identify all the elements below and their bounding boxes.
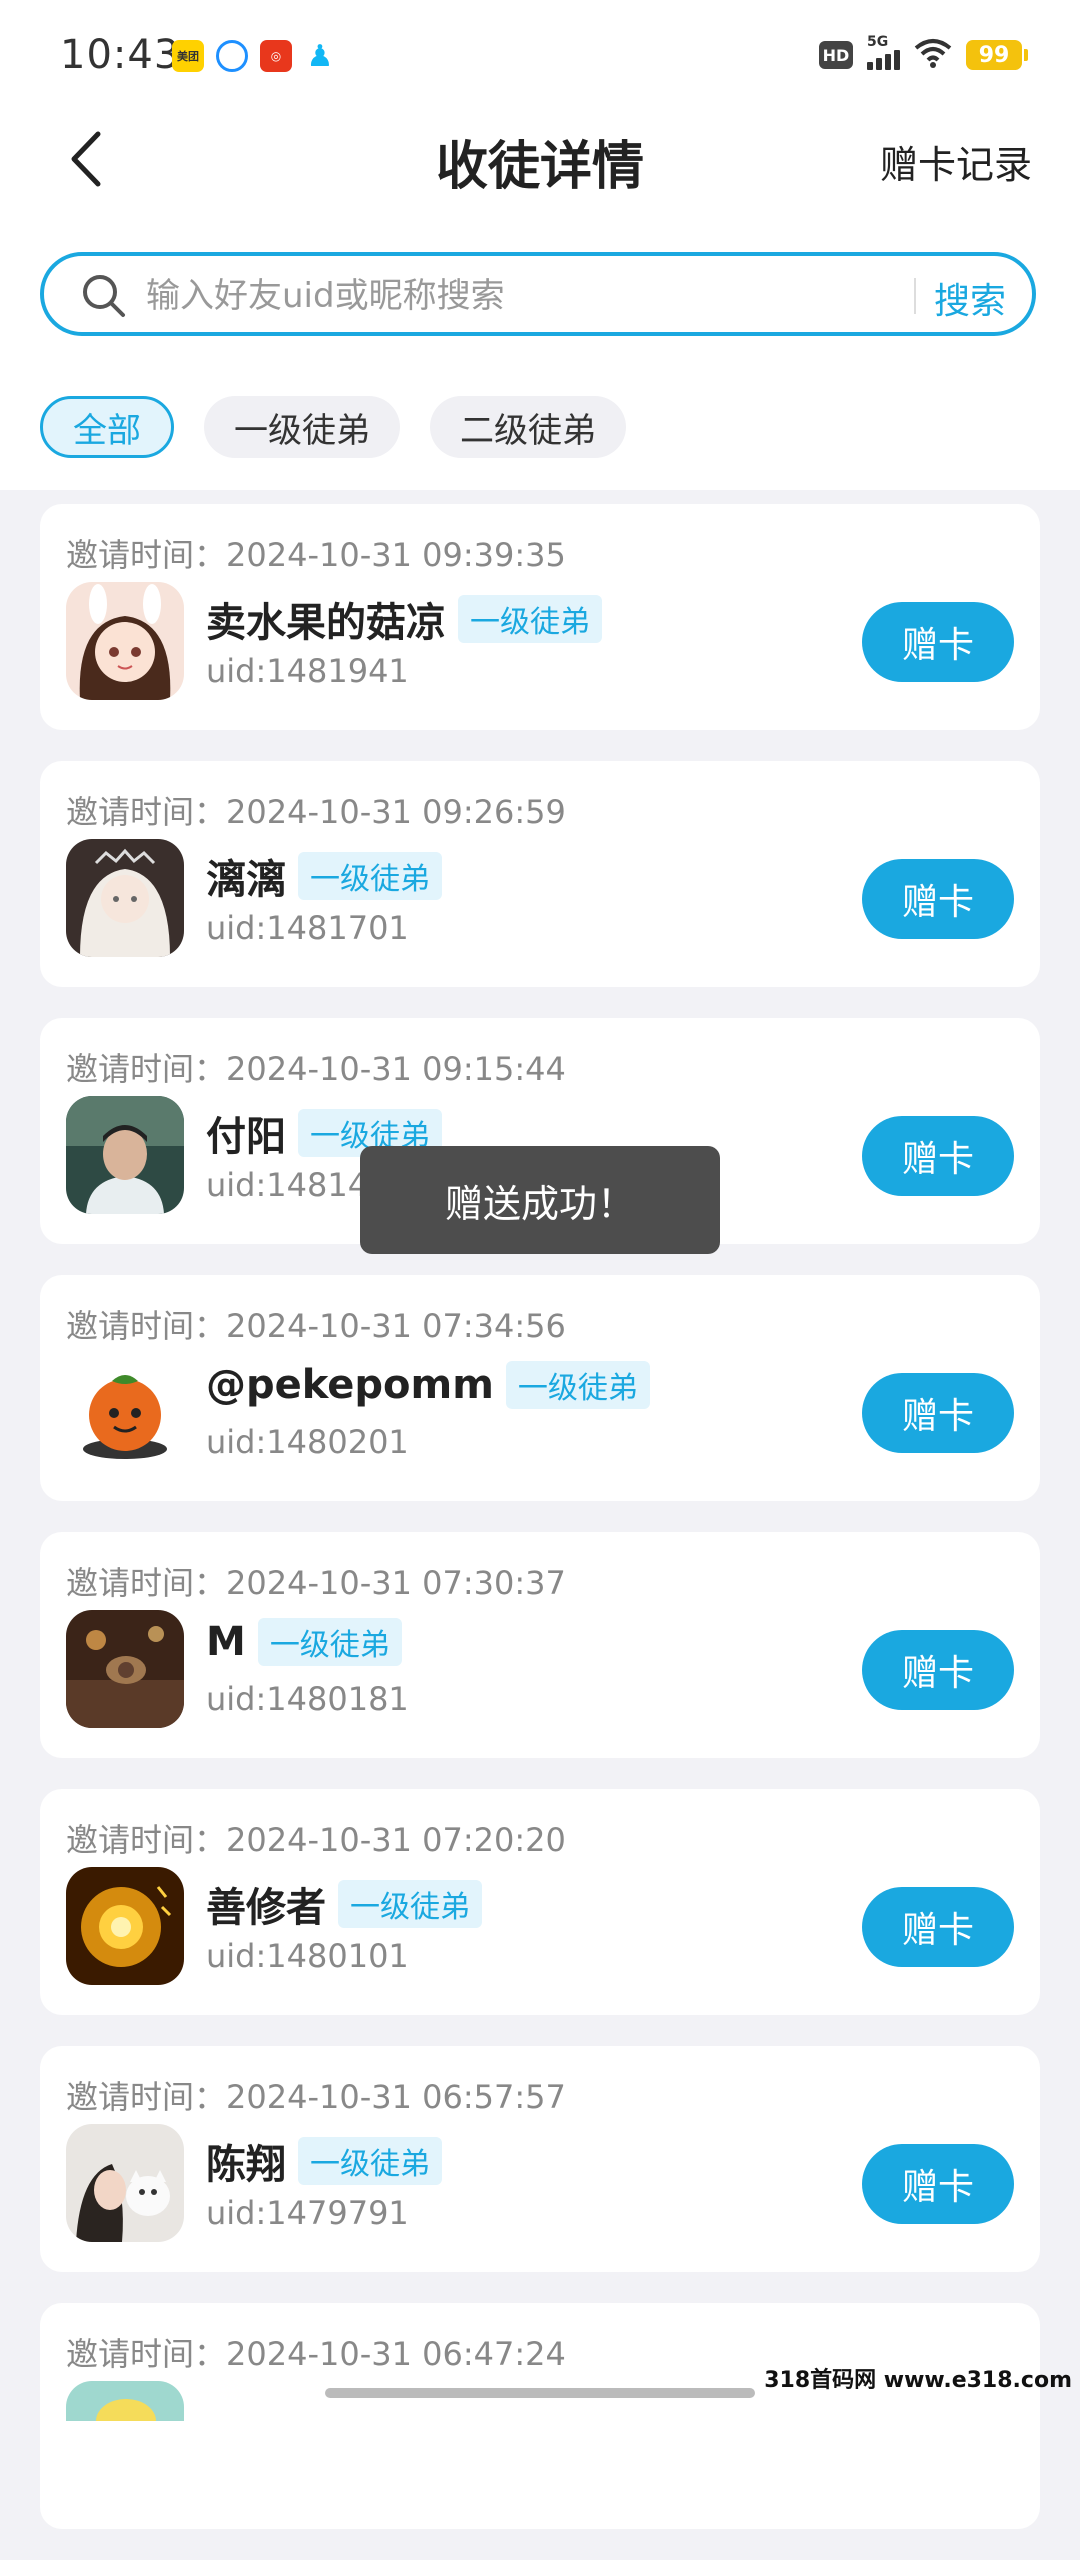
avatar [66,839,184,957]
invite-time: 邀请时间：2024-10-31 09:15:44 [66,1050,566,1088]
home-indicator[interactable] [325,2388,755,2398]
uid-text: uid:1479791 [206,2194,409,2232]
name-row: 善修者 一级徒弟 [206,1875,482,1933]
gift-card-button[interactable]: 赠卡 [862,1116,1014,1196]
browser-icon [216,40,248,72]
gift-card-button[interactable]: 赠卡 [862,1630,1014,1710]
nickname: 陈翔 [206,2142,286,2188]
list-item: 邀请时间：2024-10-31 07:34:56 @pekepomm 一级徒弟 … [40,1275,1040,1501]
gift-card-button[interactable]: 赠卡 [862,2144,1014,2224]
app-header: 收徒详情 赠卡记录 [0,110,1080,210]
search-button[interactable]: 搜索 [934,272,1006,324]
uid-text: uid:1481941 [206,652,409,690]
wifi-icon [914,38,952,72]
search-divider [914,278,916,314]
filter-all[interactable]: 全部 [40,396,174,458]
status-indicators: HD 5G 99 [819,34,1028,72]
status-time: 10:43 [60,32,181,78]
uid-text: uid:1480101 [206,1937,409,1975]
gift-card-button[interactable]: 赠卡 [862,859,1014,939]
invite-time: 邀请时间：2024-10-31 07:20:20 [66,1821,566,1859]
status-app-icons: 美团 ◎ ♟ [172,38,336,74]
invite-time: 邀请时间：2024-10-31 07:34:56 [66,1307,566,1345]
name-row: 漓漓 一级徒弟 [206,847,442,905]
level-badge: 一级徒弟 [338,1880,482,1928]
list-item: 邀请时间：2024-10-31 06:47:24 [40,2303,1040,2529]
nickname: M [206,1619,246,1665]
avatar [66,1610,184,1728]
nickname: 漓漓 [206,857,286,903]
filter-level-2[interactable]: 二级徒弟 [430,396,626,458]
level-badge: 一级徒弟 [298,852,442,900]
watermark: 318首码网 www.e318.com [764,2368,1072,2393]
avatar [66,2124,184,2242]
level-badge: 一级徒弟 [257,1618,402,1666]
name-row: 陈翔 一级徒弟 [206,2132,442,2190]
nickname: 善修者 [206,1885,326,1931]
toast-message: 赠送成功！ [360,1146,720,1254]
network-type: 5G [867,34,889,50]
avatar [66,1867,184,1985]
invite-time: 邀请时间：2024-10-31 06:47:24 [66,2335,566,2373]
nickname: @pekepomm [206,1362,494,1408]
invite-time: 邀请时间：2024-10-31 09:26:59 [66,793,566,831]
uid-text: uid:1481701 [206,909,409,947]
battery-icon: 99 [966,40,1028,70]
avatar [66,582,184,700]
search-icon [83,275,125,317]
gift-card-button[interactable]: 赠卡 [862,1887,1014,1967]
search-bar: 搜索 [40,252,1036,336]
level-badge: 一级徒弟 [505,1361,650,1409]
uid-text: uid:1480201 [206,1423,409,1461]
list-item: 邀请时间：2024-10-31 07:20:20 善修者 一级徒弟 uid:14… [40,1789,1040,2015]
avatar [66,2381,184,2421]
qq-icon: ♟ [306,38,334,74]
list-item: 邀请时间：2024-10-31 09:39:35 卖水果的菇凉 一级徒弟 uid… [40,504,1040,730]
pinduoduo-icon: ◎ [260,40,292,72]
invite-time: 邀请时间：2024-10-31 09:39:35 [66,536,566,574]
filter-level-1[interactable]: 一级徒弟 [204,396,400,458]
nickname: 卖水果的菇凉 [206,600,446,646]
list-item: 邀请时间：2024-10-31 07:30:37 M 一级徒弟 uid:1480… [40,1532,1040,1758]
level-badge: 一级徒弟 [458,595,602,643]
apprentice-list: 邀请时间：2024-10-31 09:39:35 卖水果的菇凉 一级徒弟 uid… [40,504,1040,2560]
hd-icon: HD [819,41,853,69]
gift-card-button[interactable]: 赠卡 [862,602,1014,682]
uid-text: uid:1480181 [206,1680,409,1718]
nickname: 付阳 [206,1114,286,1160]
signal-icon: 5G [867,34,900,70]
name-row: M 一级徒弟 [206,1618,402,1666]
list-item: 邀请时间：2024-10-31 06:57:57 陈翔 一级徒弟 uid:147… [40,2046,1040,2272]
meituan-icon: 美团 [172,40,204,72]
invite-time: 邀请时间：2024-10-31 07:30:37 [66,1564,566,1602]
level-badge: 一级徒弟 [298,2137,442,2185]
gift-record-link[interactable]: 赠卡记录 [880,134,1032,189]
avatar [66,1096,184,1214]
name-row: @pekepomm 一级徒弟 [206,1361,650,1409]
avatar [66,1353,184,1471]
status-bar: 10:43 美团 ◎ ♟ HD 5G 99 [0,0,1080,110]
filter-tabs: 全部 一级徒弟 二级徒弟 [40,396,626,458]
name-row: 卖水果的菇凉 一级徒弟 [206,590,602,648]
list-item: 邀请时间：2024-10-31 09:26:59 漓漓 一级徒弟 uid:148… [40,761,1040,987]
gift-card-button[interactable]: 赠卡 [862,1373,1014,1453]
invite-time: 邀请时间：2024-10-31 06:57:57 [66,2078,566,2116]
search-input[interactable] [144,266,928,326]
